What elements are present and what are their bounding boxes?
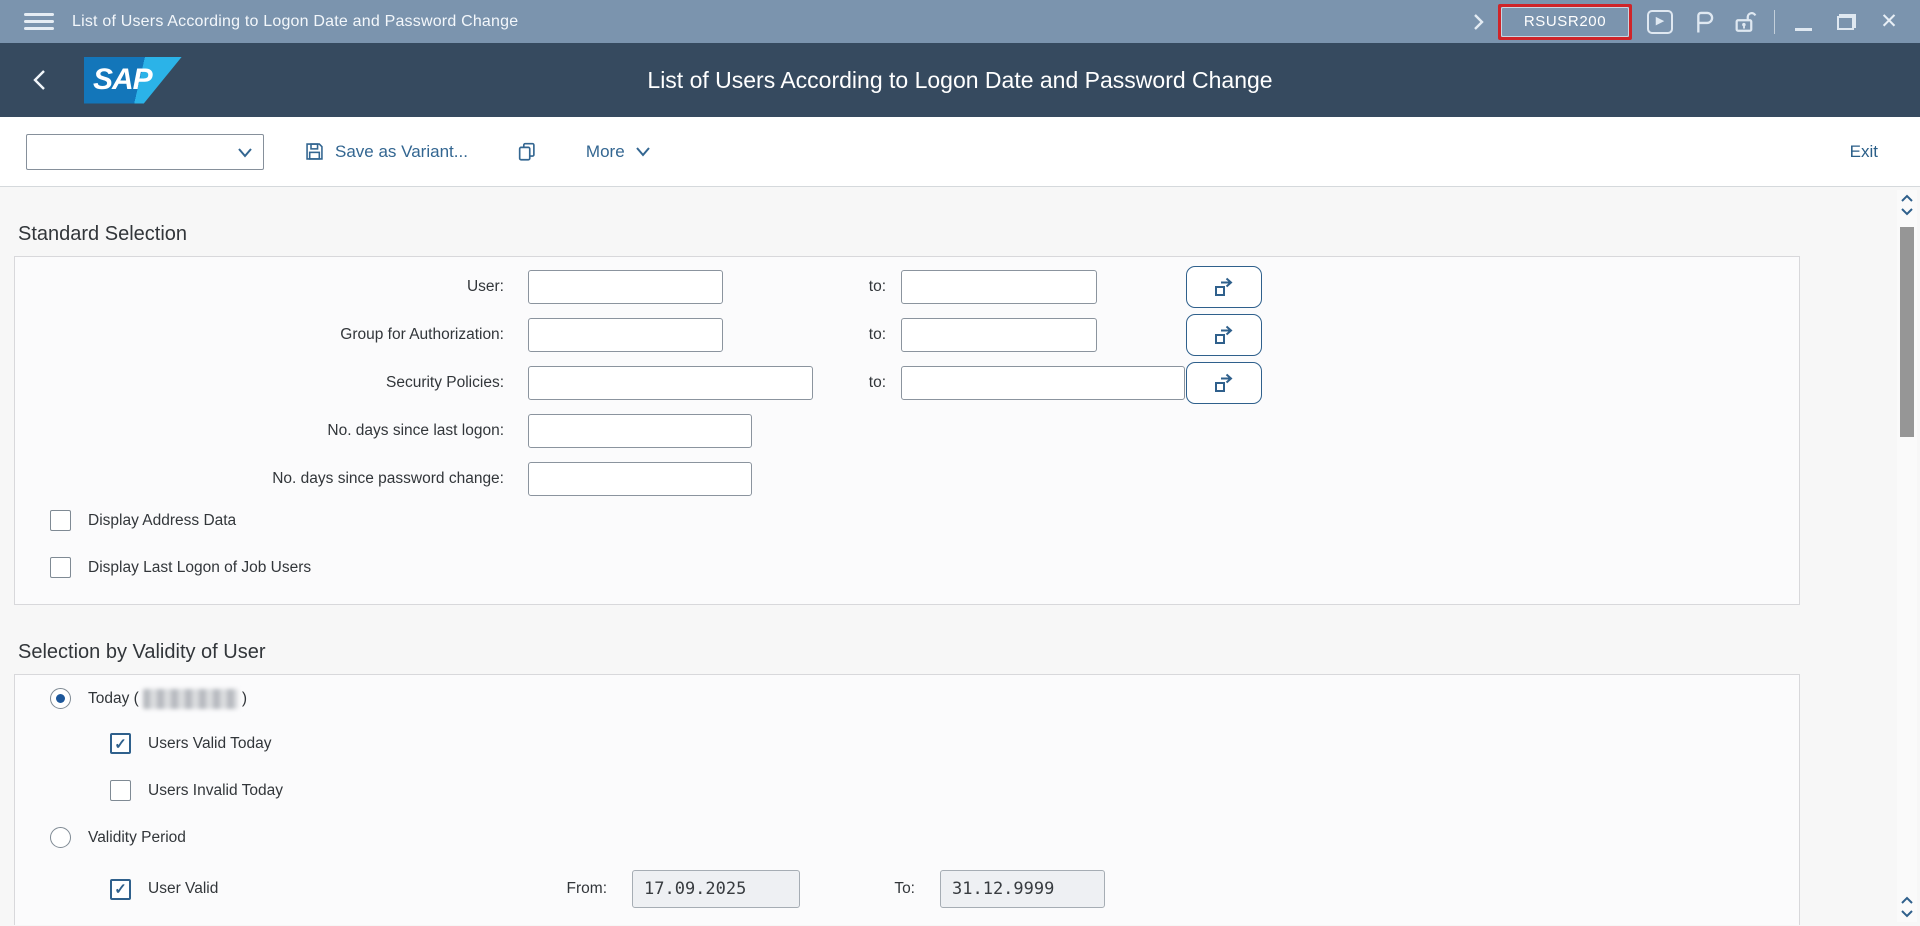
scroll-up-icon[interactable] [1900,194,1914,203]
display-last-logon-label: Display Last Logon of Job Users [88,559,311,577]
more-label: More [586,142,625,162]
user-from-input[interactable] [528,270,723,304]
to-label: To: [889,880,915,898]
close-icon[interactable]: ✕ [1874,7,1904,37]
system-titlebar: List of Users According to Logon Date an… [0,0,1920,43]
today-radio[interactable] [50,688,71,709]
security-policies-to-input[interactable] [901,366,1185,400]
scroll-up-icon-bottom[interactable] [1900,896,1914,905]
user-valid-row: ✓ User Valid From: 17.09.2025 To: 31.12.… [110,870,1799,908]
save-as-variant-button[interactable]: Save as Variant... [304,141,468,162]
from-label: From: [561,880,607,898]
scrollbar-thumb[interactable] [1900,227,1914,437]
valid-from-field[interactable]: 17.09.2025 [632,870,800,908]
validity-period-label: Validity Period [88,829,186,847]
today-date-redacted [143,689,238,709]
security-policies-multi-select-button[interactable] [1186,362,1262,404]
chevron-down-icon [237,145,253,160]
variant-select[interactable] [26,134,264,170]
transaction-code-field[interactable]: RSUSR200 [1501,7,1629,37]
users-valid-today-label: Users Valid Today [148,735,272,753]
user-valid-label: User Valid [148,880,544,898]
form-row-days-since-logon: No. days since last logon: [15,414,1799,448]
menu-icon[interactable] [24,11,56,33]
users-valid-today-row: ✓ Users Valid Today [110,733,1799,754]
exit-button[interactable]: Exit [1850,142,1878,162]
scrollbar-track[interactable] [1897,190,1917,922]
section-heading-validity: Selection by Validity of User [18,641,1920,664]
user-multi-select-button[interactable] [1186,266,1262,308]
days-since-logon-input[interactable] [528,414,752,448]
group-from-input[interactable] [528,318,723,352]
restore-icon[interactable] [1831,7,1861,37]
standard-selection-panel: User: to: Group for Authorization: to: [14,256,1800,605]
today-label-suffix: ) [242,690,247,708]
unlock-icon[interactable] [1731,7,1761,37]
user-to-input[interactable] [901,270,1097,304]
days-since-logon-label: No. days since last logon: [15,422,516,440]
divider [1774,10,1775,34]
group-to-label: to: [723,326,886,344]
group-multi-select-button[interactable] [1186,314,1262,356]
users-valid-today-checkbox[interactable]: ✓ [110,733,131,754]
security-policies-from-input[interactable] [528,366,813,400]
user-valid-checkbox[interactable]: ✓ [110,879,131,900]
form-row-user: User: to: [15,270,1799,304]
user-to-label: to: [723,278,886,296]
form-row-security-policies: Security Policies: to: [15,366,1799,400]
users-invalid-today-row: Users Invalid Today [110,780,1799,801]
validity-panel: Today ( ) ✓ Users Valid Today Users Inva… [14,674,1800,925]
form-row-days-since-password-change: No. days since password change: [15,462,1799,496]
system-title: List of Users According to Logon Date an… [72,13,518,31]
group-label: Group for Authorization: [15,326,516,344]
back-icon[interactable] [22,60,56,100]
chevron-down-icon [635,144,651,159]
sap-logo: SAP [84,57,182,104]
page-title: List of Users According to Logon Date an… [647,67,1272,94]
users-invalid-today-checkbox[interactable] [110,780,131,801]
user-label: User: [15,278,516,296]
validity-period-radio[interactable] [50,827,71,848]
play-icon[interactable]: ▶ [1645,7,1675,37]
scroll-down-icon[interactable] [1900,207,1914,216]
today-label: Today ( [88,690,139,708]
security-policies-label: Security Policies: [15,374,516,392]
p-flag-icon[interactable] [1688,7,1718,37]
group-to-input[interactable] [901,318,1097,352]
application-toolbar: Save as Variant... More Exit [0,117,1920,187]
validity-period-radio-row: Validity Period [50,827,1799,848]
display-address-data-checkbox[interactable] [50,510,71,531]
display-address-data-label: Display Address Data [88,512,236,530]
users-invalid-today-label: Users Invalid Today [148,782,283,800]
days-since-password-change-label: No. days since password change: [15,470,516,488]
save-as-variant-label: Save as Variant... [335,142,468,162]
scroll-down-icon-bottom[interactable] [1900,909,1914,918]
display-address-data-row: Display Address Data [50,510,1799,531]
copy-icon[interactable] [516,140,538,163]
transaction-code-highlight: RSUSR200 [1498,4,1632,40]
today-radio-row: Today ( ) [50,688,1799,709]
display-last-logon-checkbox[interactable] [50,557,71,578]
app-header: SAP List of Users According to Logon Dat… [0,43,1920,117]
more-button[interactable]: More [586,142,651,162]
chevron-right-icon[interactable] [1471,12,1485,32]
section-heading-standard-selection: Standard Selection [18,223,1920,246]
security-policies-to-label: to: [813,374,886,392]
save-icon [304,141,325,162]
form-row-group: Group for Authorization: to: [15,318,1799,352]
selection-screen: Standard Selection User: to: Group for A… [0,187,1920,925]
days-since-password-change-input[interactable] [528,462,752,496]
valid-to-field[interactable]: 31.12.9999 [940,870,1105,908]
minimize-icon[interactable] [1788,7,1818,37]
display-last-logon-row: Display Last Logon of Job Users [50,557,1799,578]
